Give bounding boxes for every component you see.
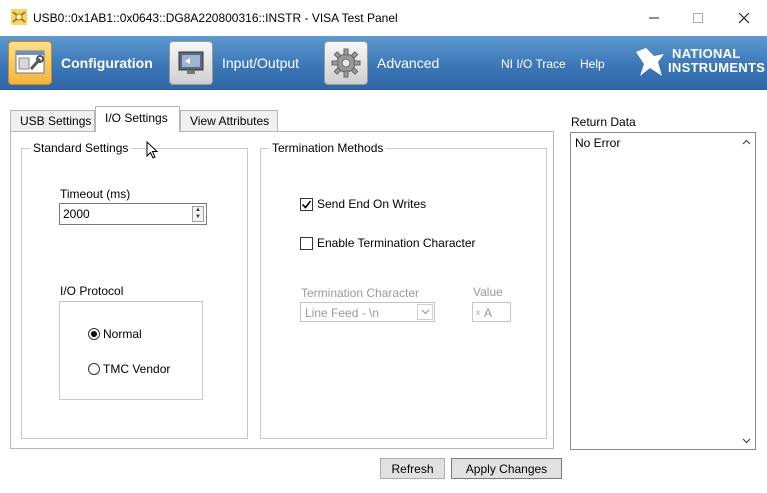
timeout-value: 2000: [63, 207, 90, 221]
visa-test-panel-icon: [11, 9, 27, 25]
timeout-label: Timeout (ms): [60, 187, 131, 201]
return-data-scrollbar[interactable]: [738, 133, 755, 449]
return-data-box[interactable]: No Error: [570, 132, 756, 450]
termination-character-select[interactable]: Line Feed - \n: [300, 302, 435, 322]
input-output-icon: [169, 41, 213, 85]
ni-io-trace-link[interactable]: NI I/O Trace: [501, 57, 566, 71]
close-icon: [738, 12, 750, 24]
hex-prefix: x: [476, 308, 480, 317]
advanced-gear-icon: [324, 41, 368, 85]
checkbox-checked-icon: [300, 197, 313, 211]
minimize-button[interactable]: [631, 4, 677, 32]
national-instruments-logo: NATIONAL INSTRUMENTS: [634, 44, 766, 82]
maximize-icon: [693, 13, 703, 23]
protocol-normal-radio[interactable]: Normal: [88, 327, 142, 341]
window-title: USB0::0x1AB1::0x0643::DG8A220800316::INS…: [33, 11, 398, 25]
standard-settings-title: Standard Settings: [30, 141, 132, 155]
ni-logo-line1: NATIONAL: [672, 46, 741, 61]
apply-changes-button[interactable]: Apply Changes: [451, 458, 562, 479]
minimize-icon: [649, 17, 659, 19]
checkbox-unchecked-icon: [300, 236, 313, 250]
value-label: Value: [473, 285, 503, 299]
toolbar-configuration-label: Configuration: [61, 55, 153, 71]
close-button[interactable]: [721, 4, 767, 32]
stepper-down-icon[interactable]: ▼: [193, 214, 203, 221]
tab-view-attributes[interactable]: View Attributes: [180, 110, 278, 132]
scroll-up-icon[interactable]: [738, 133, 755, 150]
help-link[interactable]: Help: [580, 57, 605, 71]
tab-usb-settings[interactable]: USB Settings: [10, 110, 95, 132]
protocol-normal-label: Normal: [103, 327, 142, 341]
configuration-icon: [8, 41, 52, 85]
maximize-button[interactable]: [675, 4, 721, 32]
chevron-down-icon[interactable]: [417, 304, 433, 320]
title-bar: USB0::0x1AB1::0x0643::DG8A220800316::INS…: [0, 0, 767, 36]
send-end-checkbox[interactable]: Send End On Writes: [300, 197, 426, 211]
toolbar-input-output[interactable]: Input/Output: [169, 40, 299, 86]
termination-value-field[interactable]: x A: [472, 302, 511, 322]
tab-io-settings[interactable]: I/O Settings: [95, 106, 180, 132]
ni-logo-line2: INSTRUMENTS: [668, 60, 766, 75]
scroll-down-icon[interactable]: [738, 432, 755, 449]
toolbar-advanced[interactable]: Advanced: [324, 40, 439, 86]
protocol-tmc-vendor-radio[interactable]: TMC Vendor: [88, 362, 170, 376]
radio-unselected-icon: [88, 363, 100, 375]
send-end-label: Send End On Writes: [317, 197, 427, 211]
termination-value: A: [484, 306, 493, 320]
toolbar-advanced-label: Advanced: [377, 55, 440, 71]
refresh-button[interactable]: Refresh: [380, 458, 445, 479]
enable-termination-label: Enable Termination Character: [317, 236, 476, 250]
termination-character-label: Termination Character: [301, 286, 420, 300]
termination-character-value: Line Feed - \n: [305, 306, 380, 320]
timeout-stepper[interactable]: 2000 ▲ ▼: [59, 203, 207, 225]
ni-eagle-icon: [636, 48, 664, 76]
io-protocol-box: [59, 301, 203, 400]
return-data-text: No Error: [575, 136, 621, 150]
enable-termination-checkbox[interactable]: Enable Termination Character: [300, 236, 476, 250]
termination-methods-title: Termination Methods: [269, 141, 387, 155]
mouse-cursor-icon: [146, 141, 159, 159]
io-protocol-label: I/O Protocol: [60, 284, 124, 298]
toolbar-input-output-label: Input/Output: [222, 55, 300, 71]
timeout-stepper-arrows[interactable]: ▲ ▼: [192, 206, 204, 222]
stepper-up-icon[interactable]: ▲: [193, 207, 203, 214]
toolbar-configuration[interactable]: Configuration: [8, 40, 153, 86]
protocol-tmc-vendor-label: TMC Vendor: [103, 362, 171, 376]
return-data-label: Return Data: [571, 115, 636, 129]
radio-selected-icon: [88, 328, 100, 340]
